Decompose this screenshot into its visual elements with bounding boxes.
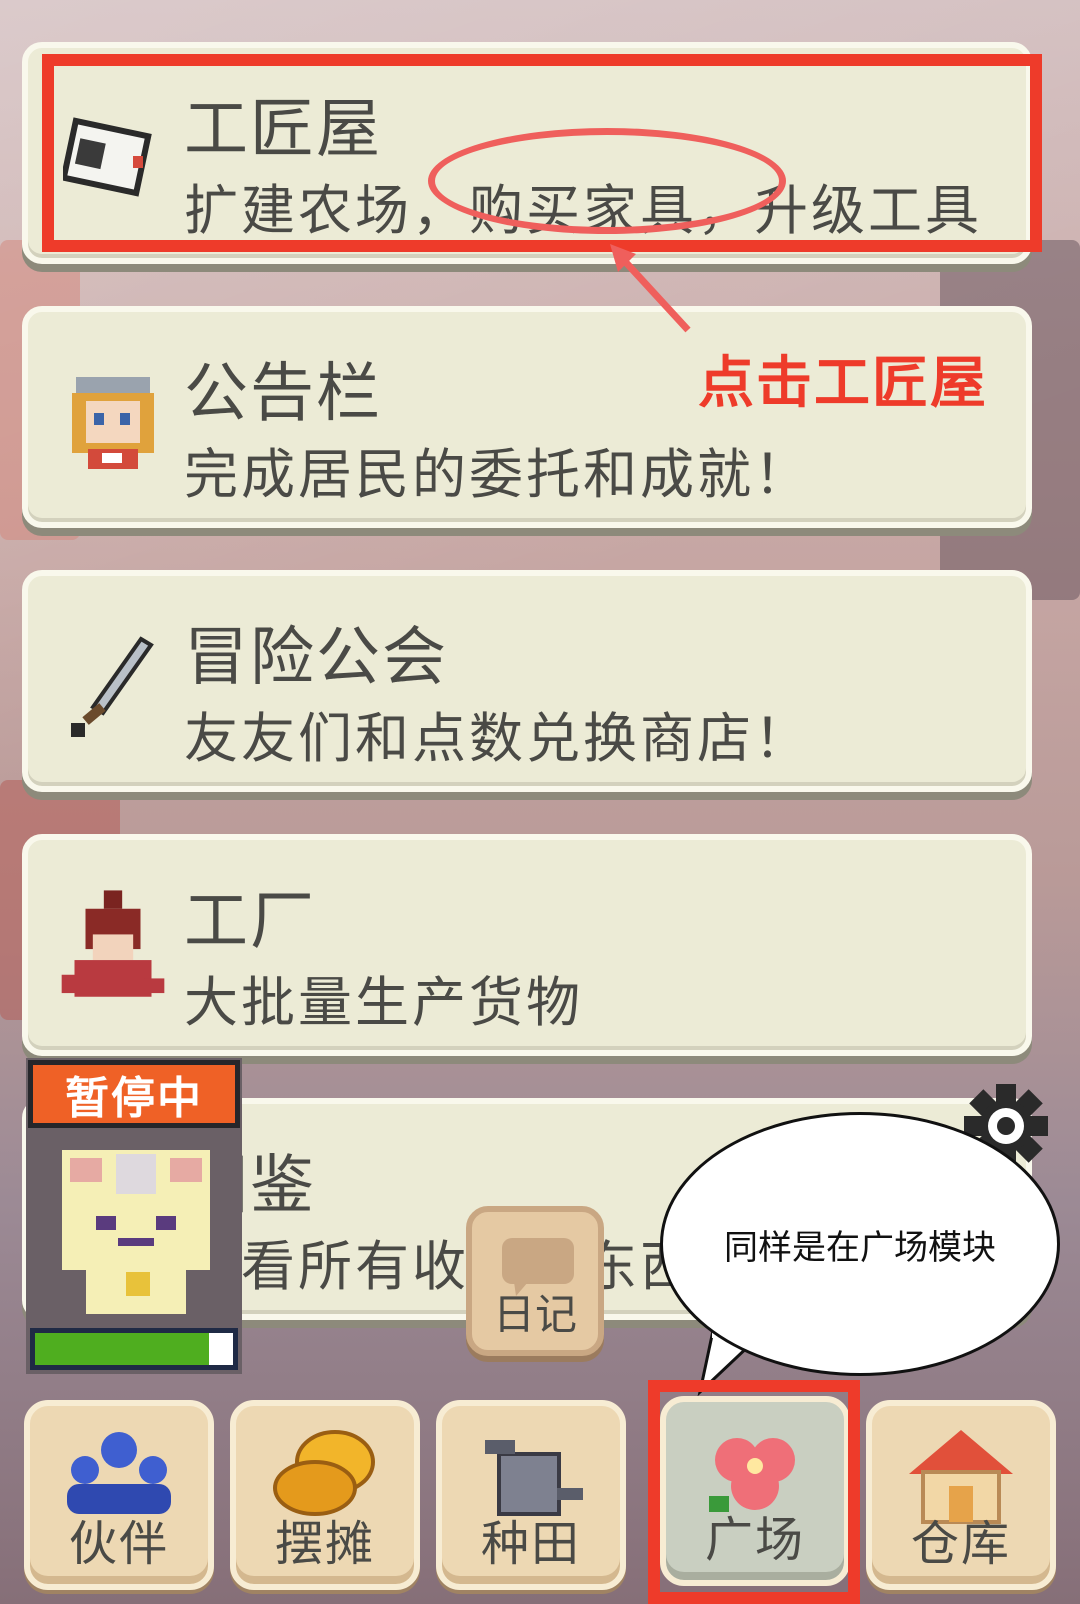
tab-label: 摆摊 xyxy=(274,1516,375,1572)
tab-label: 仓库 xyxy=(910,1516,1011,1572)
avatar[interactable] xyxy=(56,1140,216,1320)
mascot-icon xyxy=(58,890,168,1010)
highlight-box-plaza-tab xyxy=(648,1380,860,1604)
diary-label: 日记 xyxy=(492,1290,577,1339)
speech-bubble: 同样是在广场模块 xyxy=(660,1112,1060,1376)
card-description: 大批量生产货物 xyxy=(184,971,583,1034)
tab-partners[interactable]: 伙伴 xyxy=(24,1400,214,1590)
diary-button[interactable]: 日记 xyxy=(466,1206,604,1356)
tab-label: 伙伴 xyxy=(68,1516,169,1572)
menu-card-factory[interactable]: 工厂 大批量生产货物 xyxy=(22,834,1032,1056)
card-description: 完成居民的委托和成就！ xyxy=(184,443,811,506)
sword-icon xyxy=(58,626,168,746)
tab-label: 种田 xyxy=(480,1516,581,1572)
card-description: 友友们和点数兑换商店！ xyxy=(184,707,811,770)
card-title: 公告栏 xyxy=(184,357,382,431)
girl-portrait-icon xyxy=(58,362,168,482)
card-title: 工厂 xyxy=(184,885,316,959)
tab-stall[interactable]: 摆摊 xyxy=(230,1400,420,1590)
annotation-arrow-icon xyxy=(610,244,691,333)
card-title: 冒险公会 xyxy=(184,621,448,695)
annotation-click-hint: 点击工匠屋 xyxy=(698,351,988,416)
paused-badge[interactable]: 暂停中 xyxy=(28,1060,240,1128)
tab-warehouse[interactable]: 仓库 xyxy=(866,1400,1056,1590)
tab-farming[interactable]: 种田 xyxy=(436,1400,626,1590)
highlight-ellipse xyxy=(428,128,786,234)
progress-fill xyxy=(35,1333,210,1365)
card-description: 查看所有收集的东西 xyxy=(184,1235,697,1298)
energy-progress-bar xyxy=(30,1328,238,1370)
menu-card-guild[interactable]: 冒险公会 友友们和点数兑换商店！ xyxy=(22,570,1032,792)
